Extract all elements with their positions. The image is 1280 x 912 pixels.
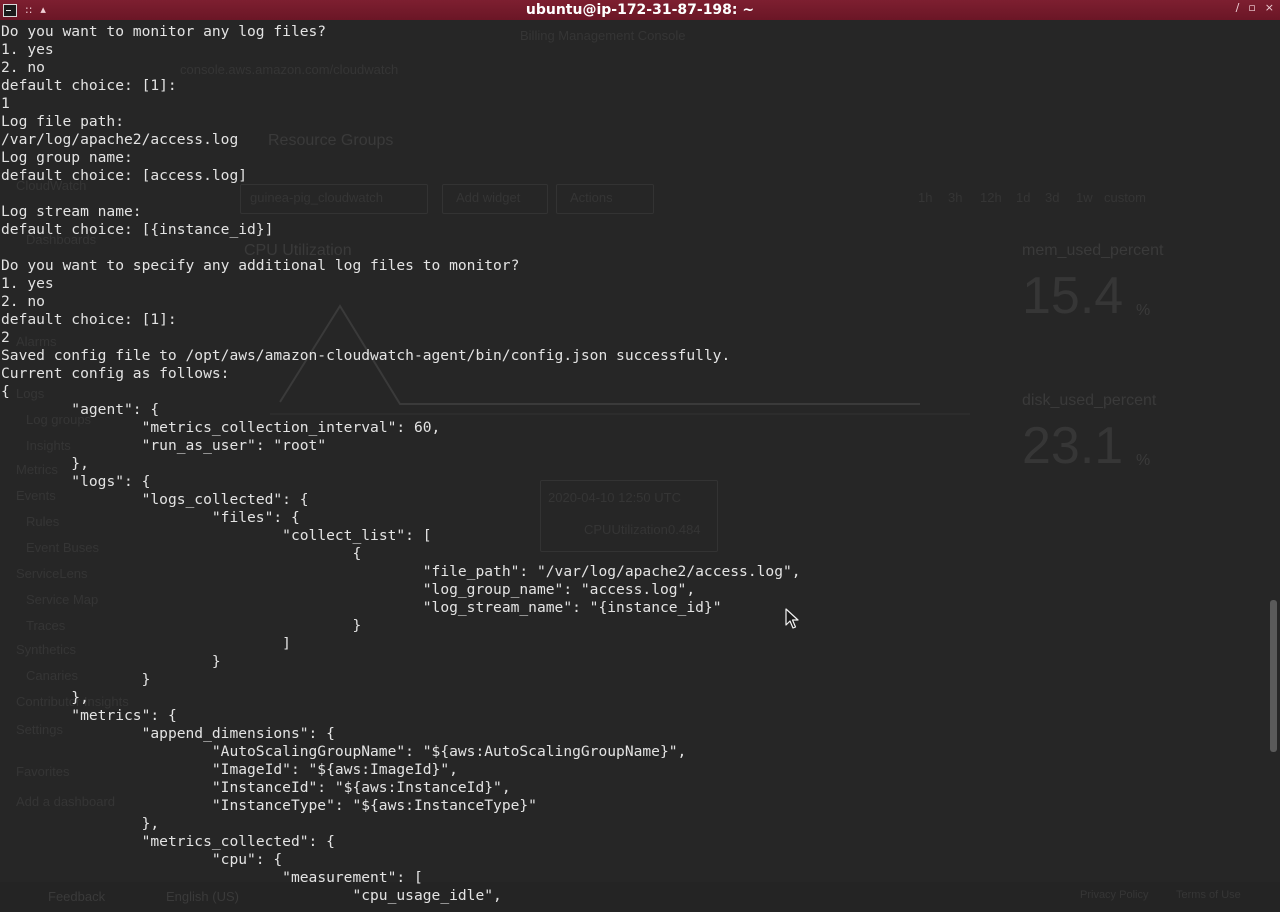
terminal-line: 1. yes xyxy=(1,275,54,292)
terminal-line: "run_as_user": "root" xyxy=(1,437,327,454)
terminal-line: }, xyxy=(1,689,89,706)
terminal-line: "log_group_name": "access.log", xyxy=(1,581,696,598)
terminal-line: 2. no xyxy=(1,59,45,76)
terminal-line: "ImageId": "${aws:ImageId}", xyxy=(1,761,458,778)
mouse-pointer-icon xyxy=(785,608,799,629)
terminal-line: 2 xyxy=(1,329,10,346)
terminal-line: { xyxy=(1,545,362,562)
terminal-line: "metrics_collected": { xyxy=(1,833,335,850)
ghost-disk-value: 23.1 xyxy=(1022,417,1124,475)
ghost-range-1d: 1d xyxy=(1016,190,1031,205)
terminal-line: } xyxy=(1,653,221,670)
ghost-range-1h: 1h xyxy=(918,190,933,205)
terminal-line: Saved config file to /opt/aws/amazon-clo… xyxy=(1,347,731,364)
terminal-line: "AutoScalingGroupName": "${aws:AutoScali… xyxy=(1,743,687,760)
ghost-range-3h: 3h xyxy=(948,190,963,205)
ghost-disk-unit: % xyxy=(1136,452,1151,469)
ghost-footer-privacy: Privacy Policy xyxy=(1080,889,1149,901)
terminal-line: }, xyxy=(1,815,160,832)
window-title: ubuntu@ip-172-31-87-198: ~ xyxy=(525,2,755,18)
close-icon[interactable]: × xyxy=(1265,0,1274,16)
ghost-mem-value: 15.4 xyxy=(1022,267,1124,325)
terminal-line: "metrics": { xyxy=(1,707,177,724)
terminal-line: Do you want to specify any additional lo… xyxy=(1,257,520,274)
terminal-line: "logs_collected": { xyxy=(1,491,309,508)
terminal-line: default choice: [1]: xyxy=(1,77,177,94)
terminal-line: { xyxy=(1,383,10,400)
terminal-line: } xyxy=(1,671,151,688)
window-titlebar[interactable]: :: ▴ ubuntu@ip-172-31-87-198: ~ ∕ ▫ × xyxy=(0,0,1280,20)
terminal-line: "append_dimensions": { xyxy=(1,725,335,742)
terminal-line: Log stream name: xyxy=(1,203,142,220)
terminal-line: 1. yes xyxy=(1,41,54,58)
terminal-line: "measurement": [ xyxy=(1,869,423,886)
scrollbar-thumb[interactable] xyxy=(1270,600,1277,752)
terminal-line: Do you want to monitor any log files? xyxy=(1,23,327,40)
terminal-line: } xyxy=(1,617,362,634)
ghost-disk-label: disk_used_percent xyxy=(1022,392,1157,409)
minimize-icon[interactable]: ∕ xyxy=(1236,0,1240,16)
ghost-range-1w: 1w xyxy=(1076,190,1093,205)
terminal-line: "files": { xyxy=(1,509,300,526)
terminal-line: "cpu_usage_idle", xyxy=(1,887,502,904)
terminal-line: "logs": { xyxy=(1,473,151,490)
terminal-line: "metrics_collection_interval": 60, xyxy=(1,419,441,436)
terminal-line: Current config as follows: xyxy=(1,365,230,382)
ghost-footer-terms: Terms of Use xyxy=(1176,889,1241,901)
terminal-line: default choice: [access.log] xyxy=(1,167,248,184)
ghost-mem-label: mem_used_percent xyxy=(1022,242,1164,259)
terminal-line: /var/log/apache2/access.log xyxy=(1,131,239,148)
terminal-line: "agent": { xyxy=(1,401,160,418)
maximize-icon[interactable]: ▫ xyxy=(1248,0,1255,16)
terminal-line: Log file path: xyxy=(1,113,125,130)
ghost-range-3d: 3d xyxy=(1045,190,1060,205)
terminal-line: "file_path": "/var/log/apache2/access.lo… xyxy=(1,563,801,580)
terminal-line: "cpu": { xyxy=(1,851,283,868)
ghost-range-12h: 12h xyxy=(980,190,1002,205)
terminal-line: "InstanceType": "${aws:InstanceType}" xyxy=(1,797,537,814)
terminal-line: }, xyxy=(1,455,89,472)
terminal-window: Billing Management Console console.aws.a… xyxy=(0,0,1280,912)
terminal-line: default choice: [{instance_id}] xyxy=(1,221,274,238)
terminal-line: default choice: [1]: xyxy=(1,311,177,328)
ghost-mem-unit: % xyxy=(1136,302,1151,319)
terminal-line: ] xyxy=(1,635,291,652)
terminal-output[interactable]: Do you want to monitor any log files? 1. … xyxy=(1,23,801,905)
terminal-scrollbar[interactable] xyxy=(1270,22,1278,882)
terminal-line: 2. no xyxy=(1,293,45,310)
terminal-line: 1 xyxy=(1,95,10,112)
terminal-line: "InstanceId": "${aws:InstanceId}", xyxy=(1,779,511,796)
terminal-line: Log group name: xyxy=(1,149,133,166)
terminal-line: "log_stream_name": "{instance_id}" xyxy=(1,599,722,616)
terminal-line: "collect_list": [ xyxy=(1,527,432,544)
ghost-range-custom: custom xyxy=(1104,190,1146,205)
